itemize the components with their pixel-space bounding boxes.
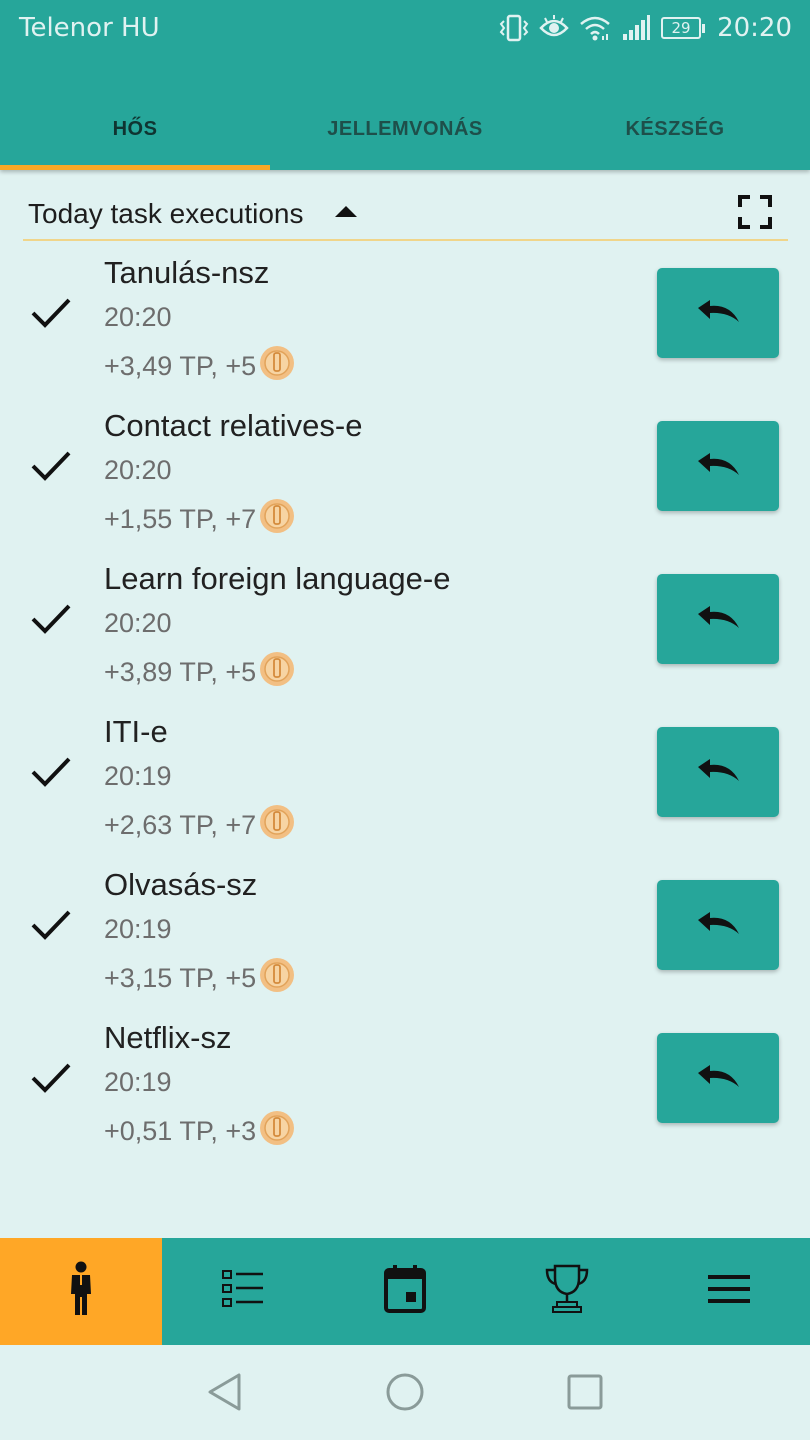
- task-reward: +3,15 TP, +5: [104, 956, 296, 1001]
- undo-button[interactable]: [657, 268, 779, 358]
- undo-button[interactable]: [657, 1033, 779, 1123]
- app-bar: Telenor HU 29 20:20 HŐS JELLEMVONÁS KÉSZ…: [0, 0, 810, 170]
- undo-icon: [694, 1063, 742, 1094]
- task-time: 20:19: [104, 914, 172, 944]
- task-name: Contact relatives-e: [104, 408, 363, 443]
- undo-icon: [694, 451, 742, 482]
- tab-jellemvonas[interactable]: JELLEMVONÁS: [270, 92, 540, 170]
- task-reward: +1,55 TP, +7: [104, 497, 296, 542]
- status-bar: Telenor HU 29 20:20: [0, 0, 810, 56]
- task-reward: +2,63 TP, +7: [104, 803, 296, 848]
- carrier-label: Telenor HU: [19, 13, 160, 43]
- nav-achievements[interactable]: [486, 1238, 648, 1345]
- calendar-icon: [384, 1265, 426, 1318]
- task-list: Tanulás-nsz 20:20 +3,49 TP, +5 Contact r…: [0, 245, 810, 1163]
- task-row: Netflix-sz 20:19 +0,51 TP, +3: [0, 1010, 810, 1163]
- task-reward-text: +3,15 TP, +5: [104, 963, 257, 993]
- nav-calendar[interactable]: [324, 1238, 486, 1345]
- task-row: Contact relatives-e 20:20 +1,55 TP, +7: [0, 398, 810, 551]
- coin-icon: [258, 650, 296, 695]
- menu-icon: [708, 1275, 750, 1308]
- coin-icon: [258, 344, 296, 389]
- task-time: 20:20: [104, 302, 172, 332]
- undo-button[interactable]: [657, 574, 779, 664]
- task-name: Olvasás-sz: [104, 867, 258, 902]
- check-icon: [30, 909, 72, 946]
- home-icon[interactable]: [385, 1372, 425, 1417]
- vibrate-icon: [499, 14, 529, 42]
- task-reward-text: +3,89 TP, +5: [104, 657, 257, 687]
- hero-person-icon: [68, 1261, 94, 1322]
- battery-icon: 29: [661, 17, 706, 39]
- check-icon: [30, 603, 72, 640]
- task-name: Tanulás-nsz: [104, 255, 270, 290]
- coin-icon: [258, 956, 296, 1001]
- task-reward: +3,89 TP, +5: [104, 650, 296, 695]
- undo-button[interactable]: [657, 421, 779, 511]
- section-title: Today task executions: [28, 198, 304, 229]
- task-reward-text: +2,63 TP, +7: [104, 810, 257, 840]
- system-nav-bar: [0, 1345, 810, 1440]
- section-header[interactable]: Today task executions: [23, 186, 788, 241]
- task-name: Learn foreign language-e: [104, 561, 451, 596]
- status-clock: 20:20: [717, 13, 792, 43]
- task-row: ITI-e 20:19 +2,63 TP, +7: [0, 704, 810, 857]
- recents-icon[interactable]: [565, 1372, 605, 1417]
- task-list-icon: [221, 1268, 265, 1315]
- coin-icon: [258, 497, 296, 542]
- undo-icon: [694, 757, 742, 788]
- undo-icon: [694, 298, 742, 329]
- collapse-caret-icon[interactable]: [335, 206, 357, 217]
- nav-tasks[interactable]: [162, 1238, 324, 1345]
- nav-hero[interactable]: [0, 1238, 162, 1345]
- coin-icon: [258, 803, 296, 848]
- task-reward-text: +0,51 TP, +3: [104, 1116, 257, 1146]
- task-row: Olvasás-sz 20:19 +3,15 TP, +5: [0, 857, 810, 1010]
- back-icon[interactable]: [205, 1372, 245, 1417]
- wifi-icon: [579, 14, 611, 42]
- check-icon: [30, 297, 72, 334]
- coin-icon: [258, 1109, 296, 1154]
- battery-level: 29: [661, 17, 702, 39]
- trophy-icon: [544, 1264, 590, 1319]
- task-reward-text: +3,49 TP, +5: [104, 351, 257, 381]
- signal-icon: [621, 14, 651, 42]
- check-icon: [30, 756, 72, 793]
- task-name: ITI-e: [104, 714, 168, 749]
- check-icon: [30, 450, 72, 487]
- undo-button[interactable]: [657, 727, 779, 817]
- nav-menu[interactable]: [648, 1238, 810, 1345]
- bottom-nav: [0, 1238, 810, 1345]
- task-time: 20:20: [104, 608, 172, 638]
- check-icon: [30, 1062, 72, 1099]
- undo-icon: [694, 604, 742, 635]
- fullscreen-icon[interactable]: [738, 195, 772, 234]
- task-row: Learn foreign language-e 20:20 +3,89 TP,…: [0, 551, 810, 704]
- task-time: 20:20: [104, 455, 172, 485]
- status-icons: 29 20:20: [499, 10, 792, 46]
- undo-icon: [694, 910, 742, 941]
- tab-hos[interactable]: HŐS: [0, 92, 270, 170]
- task-time: 20:19: [104, 761, 172, 791]
- task-reward-text: +1,55 TP, +7: [104, 504, 257, 534]
- tab-keszseg[interactable]: KÉSZSÉG: [540, 92, 810, 170]
- task-time: 20:19: [104, 1067, 172, 1097]
- task-name: Netflix-sz: [104, 1020, 232, 1055]
- eye-icon: [539, 14, 569, 42]
- tab-bar: HŐS JELLEMVONÁS KÉSZSÉG: [0, 92, 810, 170]
- task-row: Tanulás-nsz 20:20 +3,49 TP, +5: [0, 245, 810, 398]
- undo-button[interactable]: [657, 880, 779, 970]
- task-reward: +3,49 TP, +5: [104, 344, 296, 389]
- task-reward: +0,51 TP, +3: [104, 1109, 296, 1154]
